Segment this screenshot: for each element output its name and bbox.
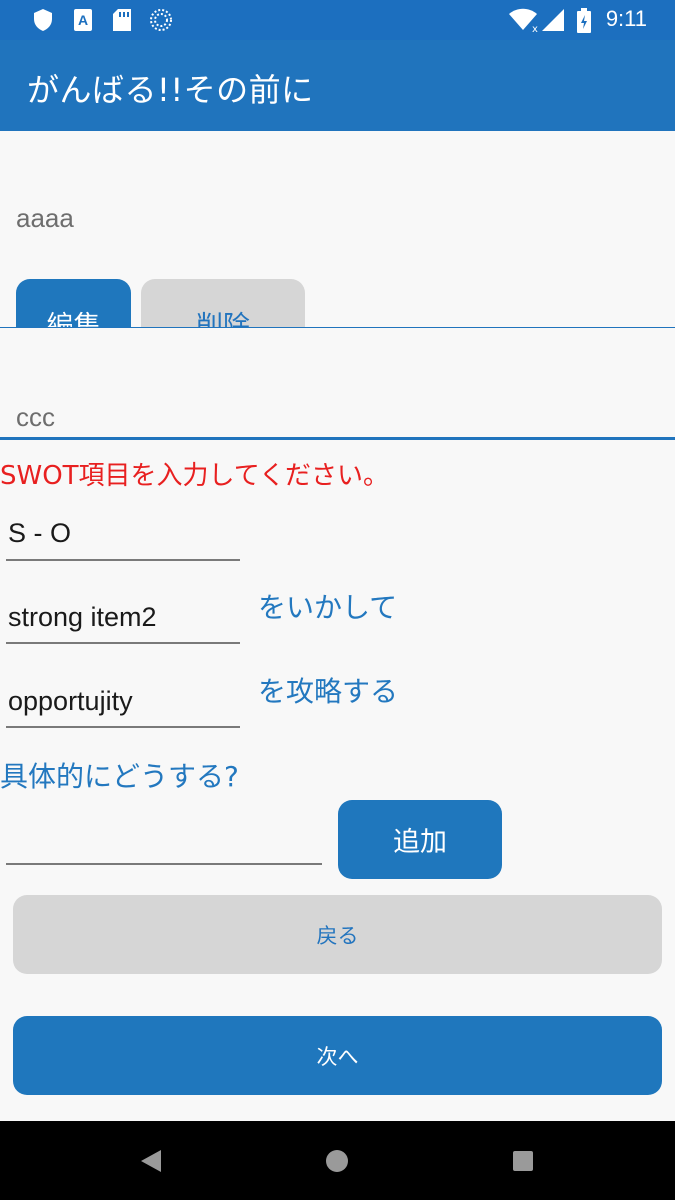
action-input[interactable]: [6, 825, 322, 865]
list-item-actions: 編集 削除: [0, 270, 675, 328]
battery-icon: [576, 8, 592, 38]
signal-icon: [541, 8, 565, 36]
page-title: がんばる!!その前に: [27, 71, 314, 109]
back-button[interactable]: 戻る: [13, 895, 662, 974]
app-bar: がんばる!!その前に: [0, 40, 675, 131]
status-bar: A x 9:11: [0, 0, 675, 40]
sync-icon: [149, 8, 173, 36]
svg-text:A: A: [78, 12, 88, 28]
strength-field[interactable]: strong item2: [6, 602, 240, 644]
instruction-text: SWOT項目を入力してください。: [0, 461, 389, 491]
sd-card-icon: [112, 8, 132, 36]
list-item-text: aaaa: [16, 203, 74, 233]
edit-button[interactable]: 編集: [16, 279, 131, 328]
swot-type-field[interactable]: S - O: [6, 518, 240, 561]
list-item-text: ccc: [16, 402, 55, 432]
font-a-icon: A: [73, 8, 93, 36]
delete-button[interactable]: 削除: [141, 279, 305, 328]
shield-icon: [32, 8, 54, 36]
wifi-icon: x: [508, 8, 538, 36]
question-label: 具体的にどうする?: [0, 760, 239, 793]
next-button[interactable]: 次へ: [13, 1016, 662, 1095]
recents-nav-icon[interactable]: [512, 1150, 534, 1176]
svg-text:x: x: [532, 24, 538, 32]
back-nav-icon[interactable]: [139, 1148, 163, 1178]
add-button[interactable]: 追加: [338, 800, 502, 879]
strength-suffix-label: をいかして: [258, 591, 398, 624]
home-nav-icon[interactable]: [325, 1149, 349, 1177]
clock-time: 9:11: [605, 6, 647, 31]
divider: [0, 327, 675, 328]
opportunity-field[interactable]: opportujity: [6, 686, 240, 728]
opportunity-suffix-label: を攻略する: [258, 675, 399, 708]
divider: [0, 437, 675, 440]
navigation-bar: [0, 1121, 675, 1200]
